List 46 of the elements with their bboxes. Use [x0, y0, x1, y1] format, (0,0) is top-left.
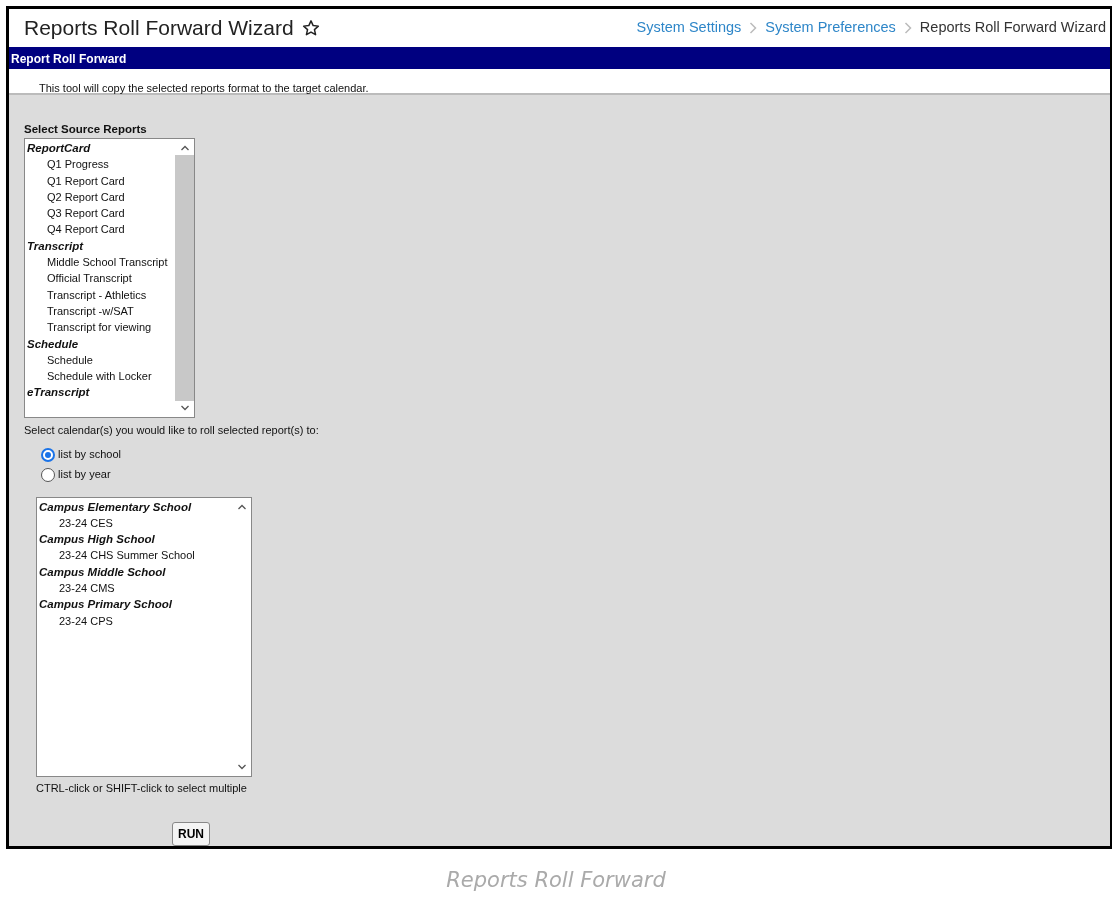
list-group-header: ReportCard	[26, 141, 92, 156]
list-group-header: Campus Middle School	[38, 564, 167, 580]
radio-label: list by school	[58, 447, 121, 463]
list-option[interactable]: Middle School Transcript	[25, 254, 175, 271]
list-option[interactable]: Transcript - Athletics	[25, 286, 175, 303]
run-button[interactable]: RUN	[172, 822, 210, 846]
radio-button[interactable]	[41, 447, 55, 462]
panel-title: Report Roll Forward	[9, 46, 1110, 69]
list-option[interactable]: Transcript -w/SAT	[25, 302, 175, 320]
list-option[interactable]: 23-24 CPS	[37, 612, 232, 629]
list-option[interactable]: Transcript for viewing	[25, 319, 175, 336]
list-option[interactable]: Q2 Report Card	[25, 188, 175, 206]
breadcrumb-link[interactable]: System Settings	[636, 17, 742, 39]
breadcrumb-current: Reports Roll Forward Wizard	[919, 18, 1106, 37]
calendar-list[interactable]: Campus Elementary School 23-24 CES Campus High School 23-24 CHS Summer School Campus Middle School 23-24 CMS Campus Primary School 23-24 CPS	[36, 496, 252, 777]
scroll-up-icon[interactable]	[179, 143, 190, 153]
page-title: Reports Roll Forward Wizard	[24, 15, 294, 42]
list-option[interactable]: Schedule with Locker	[25, 368, 175, 385]
scroll-down-icon[interactable]	[179, 403, 190, 413]
list-option[interactable]: Official Transcript	[25, 270, 175, 287]
star-icon[interactable]	[301, 18, 320, 37]
chevron-icon	[749, 21, 758, 34]
list-option[interactable]: 23-24 CMS	[37, 580, 232, 597]
list-option[interactable]: 23-24 CES	[37, 514, 232, 532]
description-text: This tool will copy the selected reports format to the target calendar.	[39, 81, 369, 94]
radio-button[interactable]	[41, 467, 55, 482]
list-group-header: Campus Elementary School	[38, 499, 193, 515]
list-group-header: eTranscript	[26, 385, 91, 401]
list-group-header: Transcript	[26, 238, 85, 254]
list-option[interactable]: Schedule	[25, 351, 175, 369]
list-option[interactable]: Q1 Report Card	[25, 172, 175, 189]
list-option[interactable]: Q1 Progress	[25, 156, 175, 173]
list-option[interactable]: Q3 Report Card	[25, 205, 175, 222]
hint-text: CTRL-click or SHIFT-click to select multiple	[36, 780, 248, 796]
caption: Reports Roll Forward	[446, 868, 666, 892]
list-group-header: Campus Primary School	[38, 597, 173, 613]
list-group-header: Schedule	[26, 336, 80, 352]
breadcrumb-link[interactable]: System Preferences	[765, 17, 896, 39]
list-option[interactable]: Q4 Report Card	[25, 221, 175, 238]
chevron-icon	[903, 21, 912, 34]
source-reports-list[interactable]	[24, 138, 195, 418]
radio-label: list by year	[58, 467, 111, 483]
field-label: Select Source Reports	[24, 121, 148, 137]
instruction-text: Select calendar(s) you would like to roll selected report(s) to:	[24, 423, 320, 438]
list-group-header: Campus High School	[38, 532, 156, 548]
list-option[interactable]: 23-24 CHS Summer School	[37, 547, 232, 564]
